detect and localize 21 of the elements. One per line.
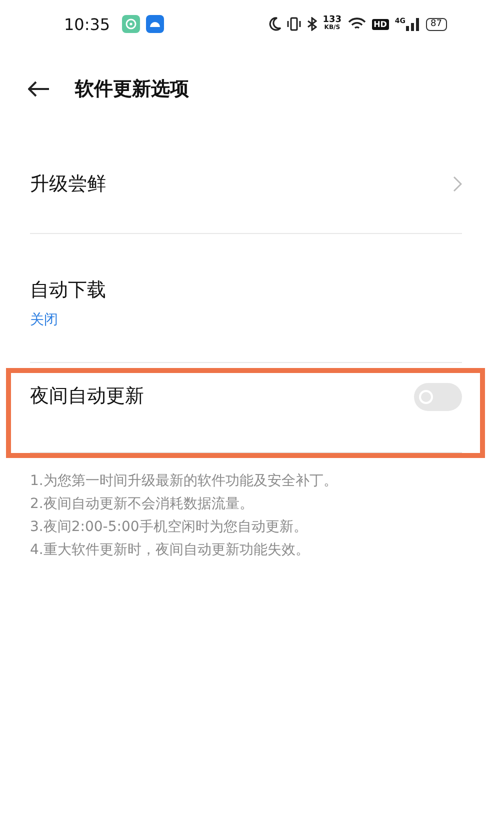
bluetooth-icon — [306, 17, 317, 31]
back-arrow-icon[interactable] — [28, 81, 50, 97]
app-notification-icon — [122, 15, 140, 33]
signal-icon — [406, 17, 420, 31]
note-text: 4.重大软件更新时，夜间自动更新功能失效。 — [30, 541, 310, 560]
battery-level: 87 — [426, 18, 447, 30]
wifi-icon — [348, 17, 366, 31]
settings-item[interactable]: 升级尝鲜 — [30, 135, 462, 234]
vibrate-icon — [286, 17, 301, 31]
settings-item[interactable]: 自动下载 关闭 — [30, 244, 462, 363]
note-text: 2.夜间自动更新不会消耗数据流量。 — [30, 495, 254, 514]
hd-badge: HD — [372, 18, 389, 30]
note-text: 1.为您第一时间升级最新的软件功能及安全补丁。 — [30, 472, 338, 491]
page-title: 软件更新选项 — [75, 77, 189, 102]
note-text: 3.夜间2:00-5:00手机空闲时为您自动更新。 — [30, 518, 308, 537]
clock-time: 10:35 — [64, 14, 110, 34]
network-speed: 133 — [322, 16, 342, 24]
toggle-switch[interactable] — [414, 383, 462, 411]
settings-item[interactable]: 夜间自动更新 — [30, 373, 462, 453]
moon-icon — [268, 17, 281, 31]
chevron-icon — [453, 176, 462, 192]
